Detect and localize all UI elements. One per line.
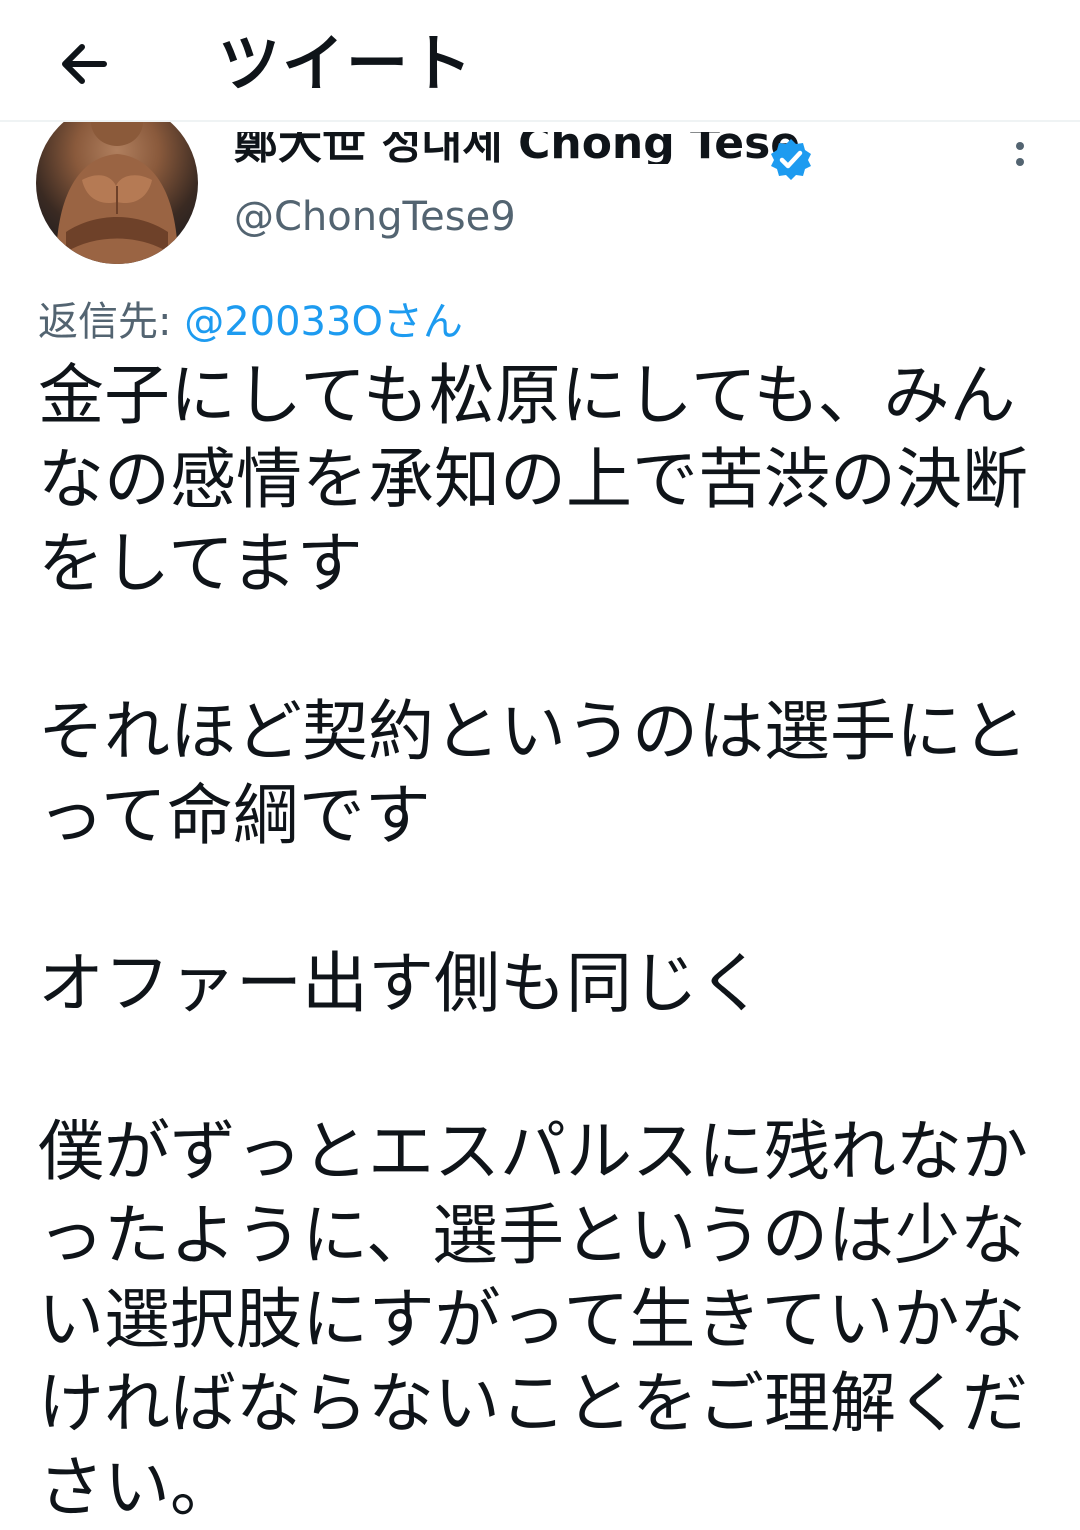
- arrow-left-icon: [62, 44, 107, 84]
- author-handle[interactable]: @ChongTese9: [234, 192, 516, 242]
- back-button[interactable]: [48, 28, 120, 100]
- reply-mention-link[interactable]: @20033Oさん: [184, 299, 463, 345]
- tweet-body-text: 金子にしても松原にしても、みんなの感情を承知の上で苦渋の決断をしてます それほど…: [38, 357, 1028, 1526]
- top-app-bar: ツイート: [0, 0, 1080, 122]
- page-title: ツイート: [218, 27, 475, 100]
- verified-badge-icon: [771, 139, 811, 180]
- author-display-name[interactable]: 鄭大世 정대세 Chong Tese: [234, 132, 800, 164]
- more-vertical-icon[interactable]: [1002, 140, 1038, 180]
- reply-context: 返信先: @20033Oさん: [38, 294, 463, 350]
- avatar[interactable]: [36, 122, 198, 264]
- reply-label: 返信先:: [38, 299, 172, 345]
- tweet-author-row: 鄭大世 정대세 Chong Tese @ChongTese9: [0, 122, 1080, 272]
